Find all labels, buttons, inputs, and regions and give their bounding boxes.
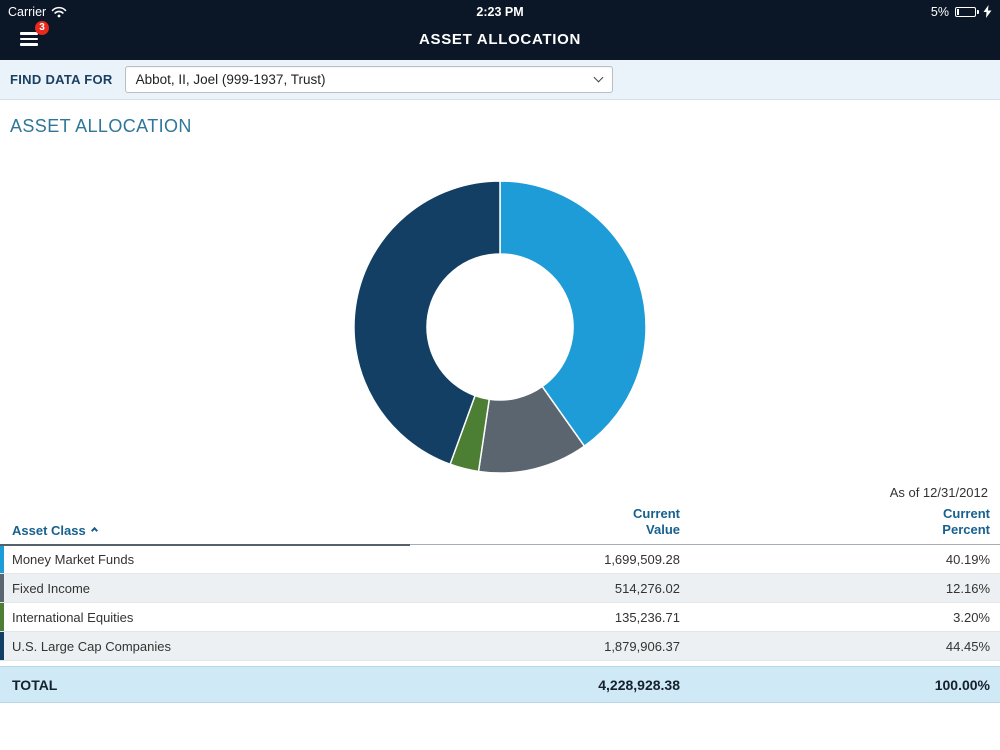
header-asset-class[interactable]: Asset Class: [0, 506, 410, 545]
cell-current-percent: 40.19%: [690, 545, 1000, 574]
table-row: U.S. Large Cap Companies 1,879,906.37 44…: [0, 632, 1000, 661]
cell-current-value: 514,276.02: [410, 574, 690, 603]
cell-asset-class: International Equities: [12, 610, 133, 625]
sort-up-icon: [91, 526, 98, 533]
menu-button[interactable]: 3: [16, 28, 42, 50]
donut-chart: [352, 179, 648, 475]
cell-current-percent: 3.20%: [690, 603, 1000, 632]
hamburger-icon: [20, 32, 38, 46]
as-of-date: As of 12/31/2012: [0, 485, 988, 500]
chart-area: [0, 179, 1000, 475]
total-percent: 100.00%: [690, 677, 1000, 693]
cell-asset-class: Money Market Funds: [12, 552, 134, 567]
table-header-row: Asset Class Current Value Current Percen…: [0, 506, 1000, 545]
find-data-bar: FIND DATA FOR Abbot, II, Joel (999-1937,…: [0, 60, 1000, 100]
notification-badge: 3: [35, 21, 49, 35]
battery-icon: [955, 7, 976, 17]
battery-percent: 5%: [931, 5, 949, 19]
charging-bolt-icon: [983, 5, 992, 18]
section-heading: ASSET ALLOCATION: [10, 116, 1000, 137]
account-select-value: Abbot, II, Joel (999-1937, Trust): [136, 72, 326, 87]
row-color-bar: [0, 546, 4, 574]
account-select[interactable]: Abbot, II, Joel (999-1937, Trust): [125, 66, 613, 93]
row-color-bar: [0, 574, 4, 602]
cell-asset-class: U.S. Large Cap Companies: [12, 639, 171, 654]
row-color-bar: [0, 603, 4, 631]
header-current-percent: Current Percent: [690, 506, 1000, 545]
cell-current-value: 1,699,509.28: [410, 545, 690, 574]
status-bar: Carrier 2:23 PM 5%: [0, 0, 1000, 20]
top-bar: Carrier 2:23 PM 5% 3 ASSET ALLOCATION: [0, 0, 1000, 60]
battery-fill: [957, 9, 959, 15]
app: Carrier 2:23 PM 5% 3 ASSET ALLOCATION: [0, 0, 1000, 750]
cell-current-percent: 44.45%: [690, 632, 1000, 661]
row-color-bar: [0, 632, 4, 660]
total-row: TOTAL 4,228,928.38 100.00%: [0, 666, 1000, 703]
wifi-icon: [51, 6, 67, 18]
page-title: ASSET ALLOCATION: [0, 20, 1000, 48]
total-value: 4,228,928.38: [410, 677, 690, 693]
allocation-table: Asset Class Current Value Current Percen…: [0, 506, 1000, 661]
cell-current-value: 1,879,906.37: [410, 632, 690, 661]
cell-current-percent: 12.16%: [690, 574, 1000, 603]
clock: 2:23 PM: [336, 5, 664, 19]
find-data-label: FIND DATA FOR: [10, 72, 113, 87]
cell-current-value: 135,236.71: [410, 603, 690, 632]
table-body: Money Market Funds 1,699,509.28 40.19% F…: [0, 545, 1000, 661]
header-asset-class-label: Asset Class: [12, 523, 86, 538]
header-current-value: Current Value: [410, 506, 690, 545]
total-label: TOTAL: [0, 677, 410, 693]
table-row: International Equities 135,236.71 3.20%: [0, 603, 1000, 632]
carrier-label: Carrier: [8, 5, 46, 19]
cell-asset-class: Fixed Income: [12, 581, 90, 596]
table-row: Money Market Funds 1,699,509.28 40.19%: [0, 545, 1000, 574]
table-row: Fixed Income 514,276.02 12.16%: [0, 574, 1000, 603]
chevron-down-icon: [593, 73, 603, 83]
